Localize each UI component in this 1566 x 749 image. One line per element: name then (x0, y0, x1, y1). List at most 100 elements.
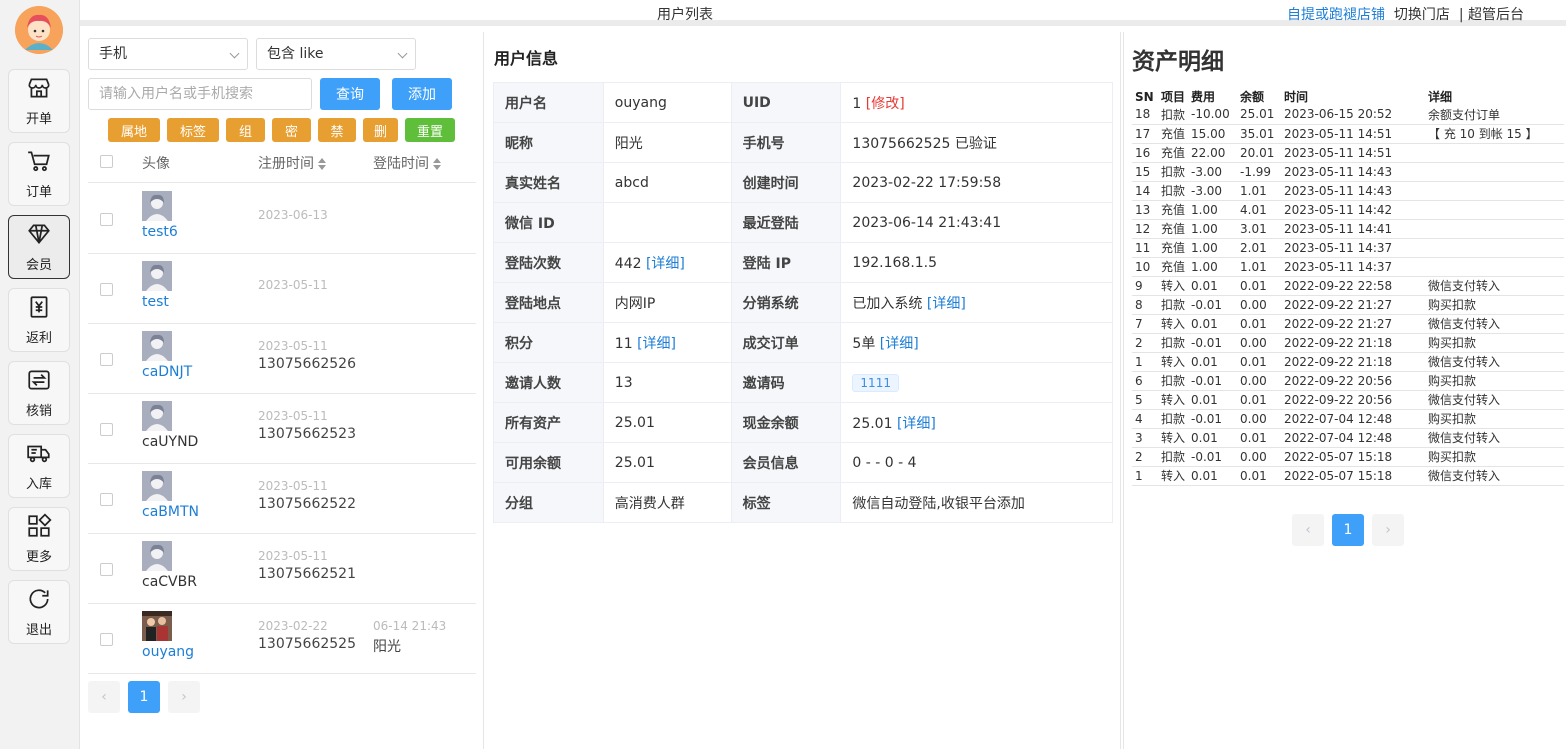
asset-cell: 2 (1132, 333, 1158, 353)
sort-icon[interactable] (433, 158, 441, 170)
row-checkbox[interactable] (100, 423, 113, 436)
asset-cell: 4 (1132, 409, 1158, 429)
info-row: 邀请人数 13 邀请码 1111 (493, 362, 1113, 403)
prev-page-button[interactable]: ‹ (88, 681, 120, 713)
asset-cell: 0.01 (1188, 314, 1238, 334)
asset-prev-page-button[interactable]: ‹ (1292, 514, 1324, 546)
detail-link[interactable]: [详细] (897, 416, 936, 432)
tag-button-0[interactable]: 属地 (108, 118, 160, 142)
edit-link[interactable]: [修改] (866, 96, 905, 112)
admin-link[interactable]: | 超管后台 (1459, 7, 1524, 23)
asset-cell: 0.01 (1188, 390, 1238, 410)
asset-cell: 0.01 (1188, 466, 1238, 486)
cart-icon (26, 148, 52, 181)
header-reg-time[interactable]: 注册时间 (258, 153, 326, 173)
store-link[interactable]: 自提或跑褪店铺 (1287, 7, 1385, 23)
nav-item-4[interactable]: 核销 (8, 361, 70, 425)
asset-cell: 购买扣款 (1425, 333, 1564, 353)
field-select[interactable]: 手机 (88, 38, 248, 70)
detail-link[interactable]: [详细] (880, 336, 919, 352)
tag-button-6[interactable]: 重置 (405, 118, 455, 142)
user-name[interactable]: test6 (142, 224, 178, 240)
asset-row: 8 扣款 -0.01 0.00 2022-09-22 21:27 购买扣款 (1132, 295, 1564, 315)
asset-cell: -0.01 (1188, 295, 1238, 315)
asset-page-1-button[interactable]: 1 (1332, 514, 1364, 546)
next-page-button[interactable]: › (168, 681, 200, 713)
asset-cell: 2023-05-11 14:41 (1281, 219, 1426, 239)
page-1-button[interactable]: 1 (128, 681, 160, 713)
user-avatar-thumb (142, 541, 172, 571)
info-row: 昵称 阳光 手机号 13075662525 已验证 (493, 122, 1113, 163)
query-button[interactable]: 查询 (320, 78, 380, 110)
table-row[interactable]: test6 2023-06-13 (88, 183, 476, 253)
sort-icon[interactable] (318, 158, 326, 170)
row-checkbox[interactable] (100, 213, 113, 226)
select-all-checkbox[interactable] (100, 155, 113, 168)
info-row: 用户名 ouyang UID 1 [修改] (493, 82, 1113, 123)
row-checkbox[interactable] (100, 283, 113, 296)
match-select[interactable]: 包含 like (256, 38, 416, 70)
asset-row: 1 转入 0.01 0.01 2022-09-22 21:18 微信支付转入 (1132, 352, 1564, 372)
asset-cell: 2.01 (1237, 238, 1282, 258)
asset-cell: -0.01 (1188, 333, 1238, 353)
tag-button-4[interactable]: 禁 (318, 118, 356, 142)
row-checkbox[interactable] (100, 633, 113, 646)
asset-cell: 微信支付转入 (1425, 428, 1564, 448)
table-row[interactable]: caUYND 2023-05-11 13075662523 (88, 393, 476, 463)
tag-button-2[interactable]: 组 (226, 118, 265, 142)
detail-link[interactable]: [详细] (927, 296, 966, 312)
asset-cell: 扣款 (1158, 333, 1189, 353)
nav-item-2[interactable]: 会员 (8, 215, 70, 279)
nav-item-3[interactable]: 返利 (8, 288, 70, 352)
user-name[interactable]: caDNJT (142, 364, 192, 380)
user-name[interactable]: caBMTN (142, 504, 199, 520)
table-row[interactable]: ouyang 2023-02-22 13075662525 06-14 21:43 阳光 (88, 603, 476, 673)
info-value-cell: 13 (602, 362, 732, 403)
tag-button-5[interactable]: 删 (363, 118, 398, 142)
row-checkbox[interactable] (100, 493, 113, 506)
info-value-cell: 1 [修改] (840, 82, 1113, 123)
info-key: 可用余额 (493, 442, 604, 483)
search-input[interactable] (88, 78, 312, 110)
user-avatar[interactable] (15, 6, 63, 54)
table-row[interactable]: test 2023-05-11 (88, 253, 476, 323)
tag-button-3[interactable]: 密 (272, 118, 311, 142)
user-name[interactable]: test (142, 294, 169, 310)
nav-item-5[interactable]: 入库 (8, 434, 70, 498)
info-row: 真实姓名 abcd 创建时间 2023-02-22 17:59:58 (493, 162, 1113, 203)
nav-item-0[interactable]: 开单 (8, 69, 70, 133)
detail-link[interactable]: [详细] (646, 256, 685, 272)
divider (88, 673, 476, 674)
nav-item-7[interactable]: 退出 (8, 580, 70, 644)
switch-store-link[interactable]: 切换门店 (1394, 7, 1450, 23)
table-row[interactable]: caDNJT 2023-05-11 13075662526 (88, 323, 476, 393)
reg-date: 2023-05-11 (258, 409, 328, 423)
asset-cell: 2 (1132, 447, 1158, 467)
asset-row: 3 转入 0.01 0.01 2022-07-04 12:48 微信支付转入 (1132, 428, 1564, 448)
nav-item-6[interactable]: 更多 (8, 507, 70, 571)
user-phone: 13075662523 (258, 426, 356, 442)
asset-cell: 7 (1132, 314, 1158, 334)
detail-link[interactable]: [详细] (637, 336, 676, 352)
row-checkbox[interactable] (100, 563, 113, 576)
asset-cell: 购买扣款 (1425, 447, 1564, 467)
table-row[interactable]: caCVBR 2023-05-11 13075662521 (88, 533, 476, 603)
table-row[interactable]: caBMTN 2023-05-11 13075662522 (88, 463, 476, 533)
header-login-time[interactable]: 登陆时间 (373, 153, 441, 173)
info-value: 11 (614, 335, 633, 352)
yuan-receipt-icon (26, 294, 52, 327)
asset-cell: 余额支付订单 (1425, 105, 1564, 125)
nav-item-1[interactable]: 订单 (8, 142, 70, 206)
asset-cell: 2022-09-22 21:27 (1281, 314, 1426, 334)
asset-next-page-button[interactable]: › (1372, 514, 1404, 546)
asset-cell: 扣款 (1158, 295, 1189, 315)
info-value-cell: 2023-02-22 17:59:58 (840, 162, 1113, 203)
info-key: 真实姓名 (493, 162, 604, 203)
user-name[interactable]: ouyang (142, 644, 194, 660)
asset-cell: 转入 (1158, 276, 1189, 296)
row-checkbox[interactable] (100, 353, 113, 366)
tag-button-1[interactable]: 标签 (167, 118, 219, 142)
asset-cell: 扣款 (1158, 181, 1189, 201)
asset-cell: 0.00 (1237, 333, 1282, 353)
add-button[interactable]: 添加 (392, 78, 452, 110)
